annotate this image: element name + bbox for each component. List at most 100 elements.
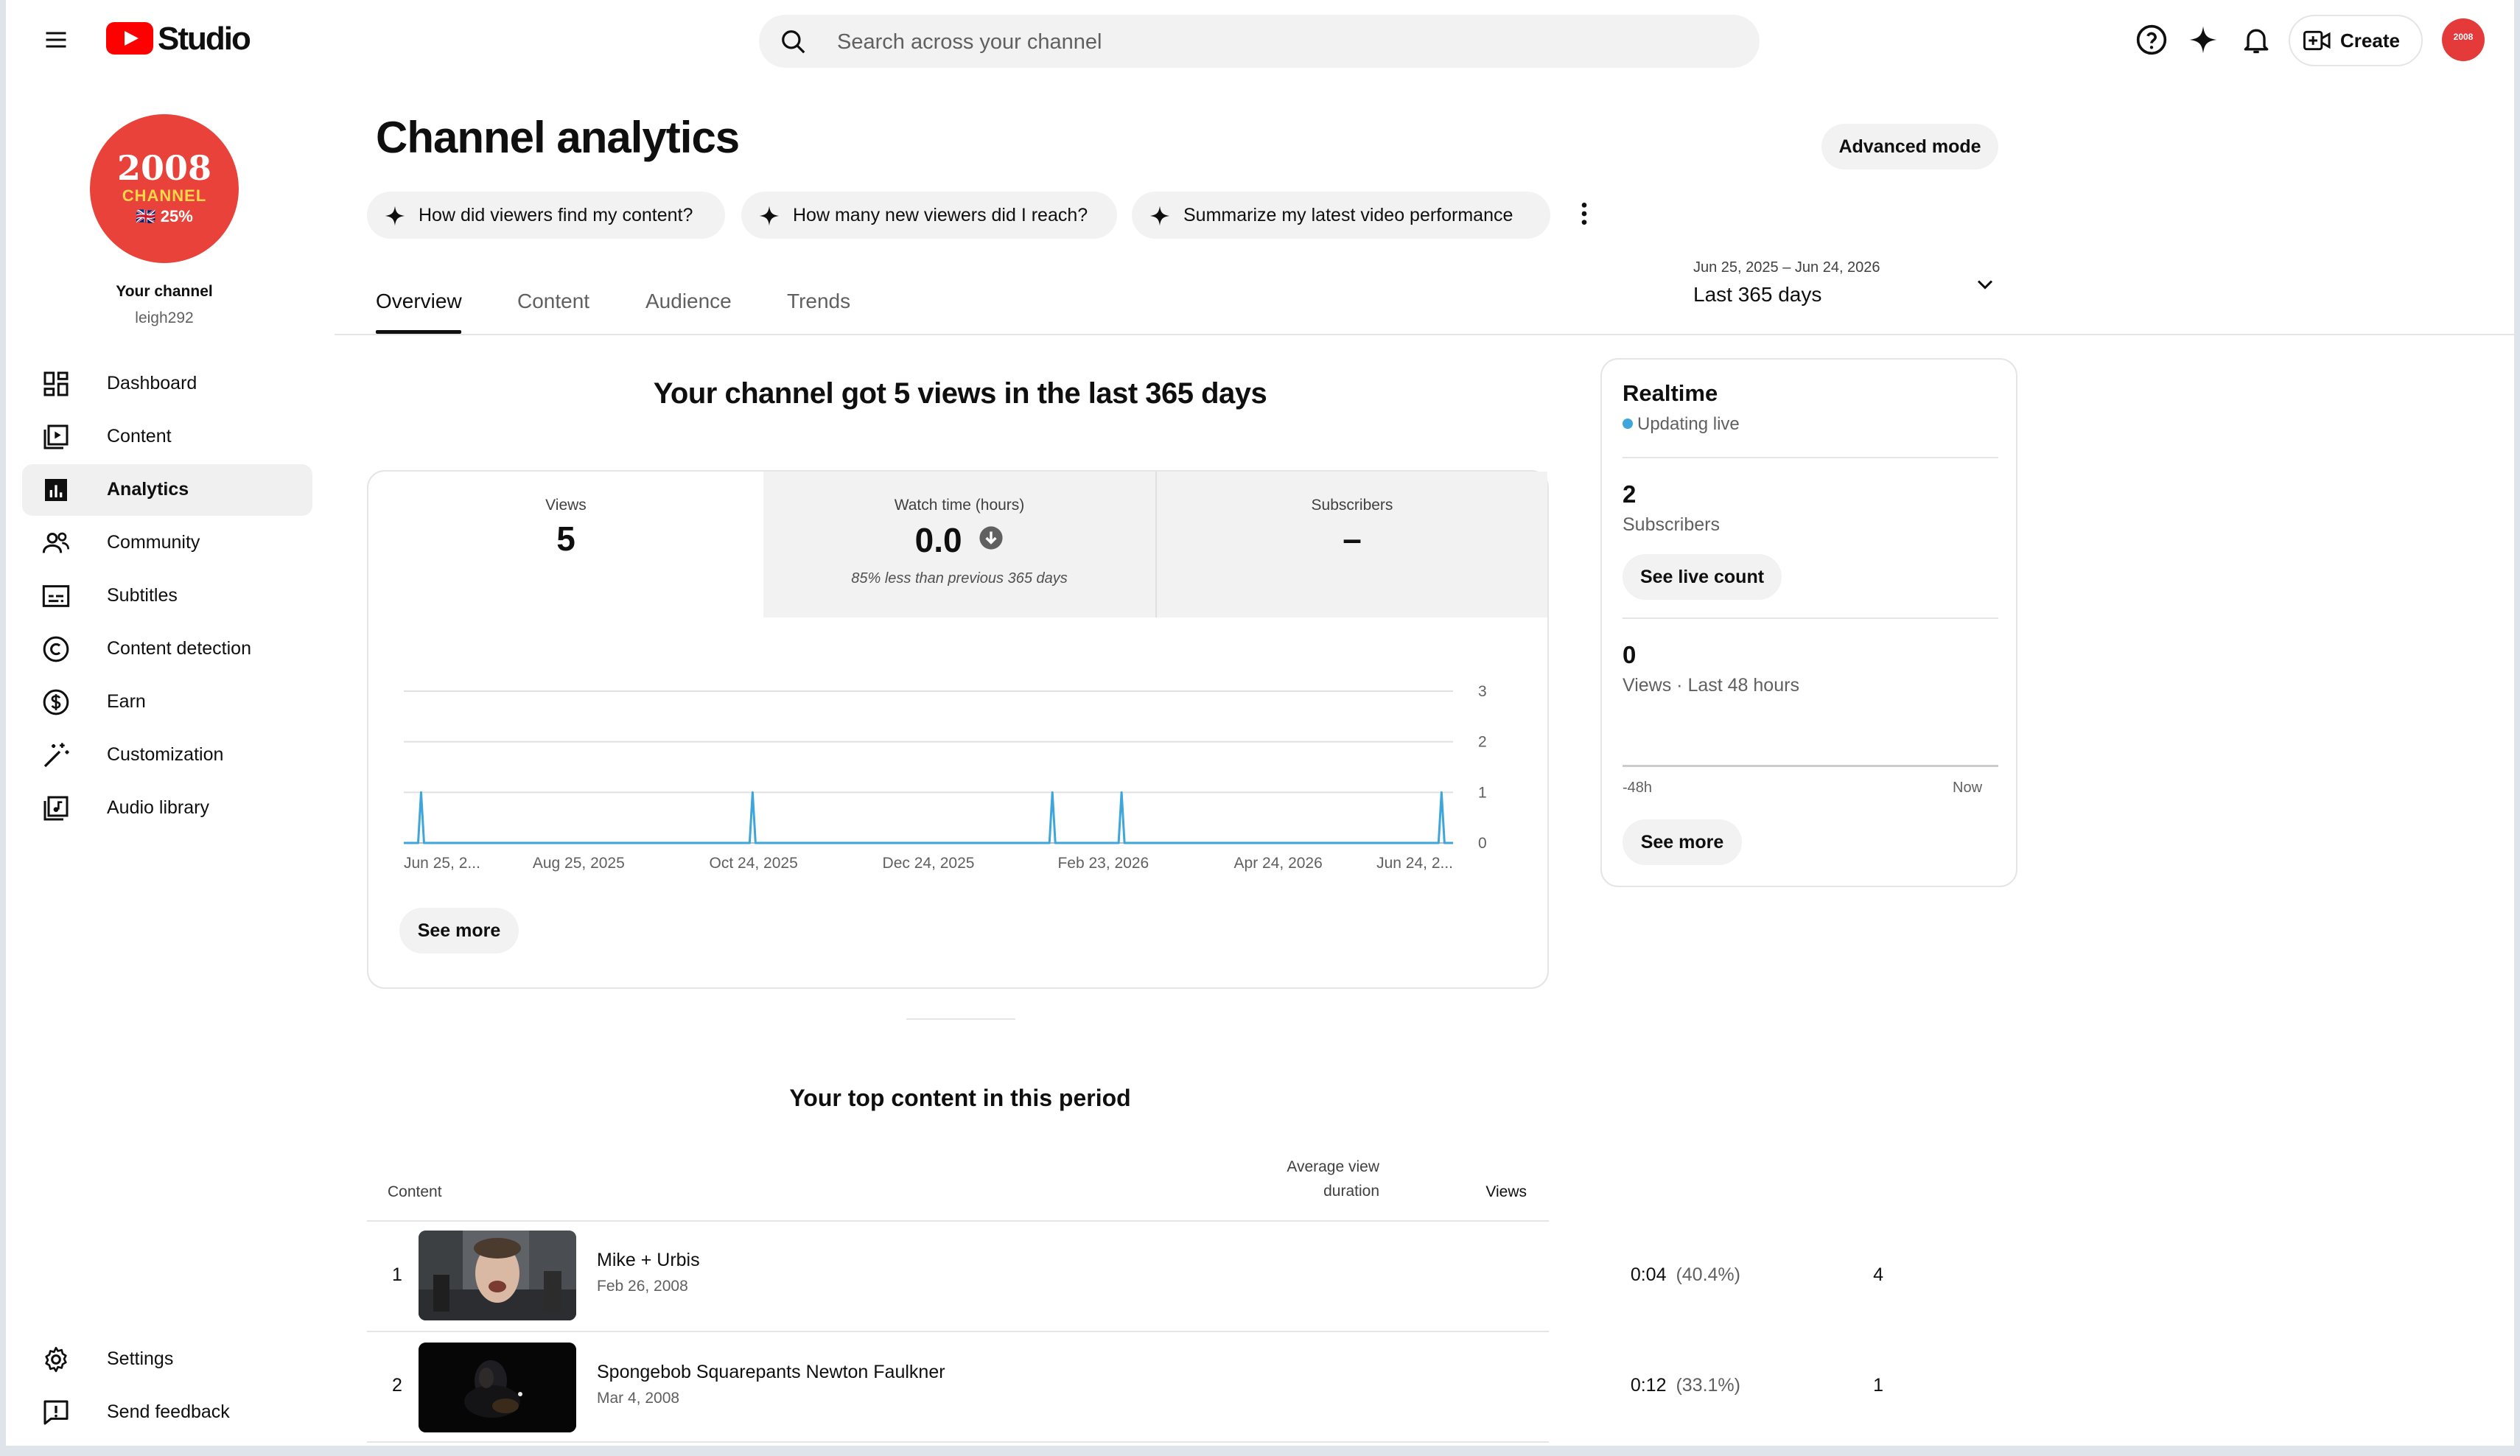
tab-content[interactable]: Content [517, 290, 589, 313]
realtime-status: Updating live [1623, 414, 1740, 435]
channel-avatar-line-2: CHANNEL [122, 186, 207, 205]
video-thumbnail[interactable] [419, 1231, 576, 1320]
audio-library-icon [41, 794, 71, 823]
sidebar-item-label: Content detection [107, 638, 251, 659]
tab-overview[interactable]: Overview [376, 290, 462, 313]
row-rank: 1 [392, 1264, 402, 1285]
y-tick-label: 0 [1478, 835, 1487, 852]
video-add-icon [2303, 28, 2331, 53]
metric-subscribers[interactable]: Subscribers – [1157, 472, 1547, 617]
sidebar-item-label: Subtitles [107, 585, 178, 606]
row-views: 1 [1873, 1375, 1883, 1396]
tab-trends[interactable]: Trends [787, 290, 850, 313]
suggestion-chip-label: How many new viewers did I reach? [793, 205, 1088, 225]
dollar-icon [41, 687, 71, 717]
date-range-picker[interactable]: Jun 25, 2025 – Jun 24, 2026 Last 365 day… [1693, 258, 2010, 314]
suggestion-chip-label: Summarize my latest video performance [1183, 205, 1513, 225]
metric-value-wrap: 0.0 [763, 519, 1155, 560]
metric-title: Watch time (hours) [894, 497, 1025, 514]
sidebar-item-audio-library[interactable]: Audio library [22, 783, 312, 834]
sidebar-item-label: Settings [107, 1348, 174, 1369]
sidebar-item-settings[interactable]: Settings [22, 1334, 312, 1385]
sidebar-item-content-detection[interactable]: Content detection [22, 623, 312, 675]
more-vert-icon[interactable] [1569, 199, 1599, 228]
realtime-views-label: Views · Last 48 hours [1623, 675, 1799, 696]
studio-app: Studio Create 2008 2008 CHANNEL 🇬🇧 25% Y… [6, 0, 2514, 1446]
video-thumbnail[interactable] [419, 1343, 576, 1432]
suggestion-chip-1[interactable]: How did viewers find my content? [367, 192, 725, 239]
metric-watch-time[interactable]: Watch time (hours) 0.0 85% less than pre… [763, 472, 1155, 617]
advanced-mode-button[interactable]: Advanced mode [1821, 124, 1998, 169]
channel-avatar-line-1: 2008 [116, 148, 212, 188]
y-tick-label: 3 [1478, 683, 1487, 700]
tab-audience[interactable]: Audience [645, 290, 732, 313]
x-tick-label: Aug 25, 2025 [533, 855, 625, 872]
realtime-see-more-button[interactable]: See more [1623, 819, 1742, 865]
channel-handle: leigh292 [135, 309, 194, 326]
sparkle-icon[interactable] [2187, 24, 2219, 56]
studio-logo[interactable]: Studio [106, 19, 251, 60]
sidebar-item-label: Customization [107, 744, 224, 765]
realtime-axis-end: Now [1953, 780, 1983, 796]
sidebar-item-community[interactable]: Community [22, 517, 312, 569]
realtime-axis-start: -48h [1623, 780, 1653, 796]
sidebar-item-earn[interactable]: Earn [22, 676, 312, 728]
suggestion-chip-3[interactable]: Summarize my latest video performance [1132, 192, 1550, 239]
sidebar-item-dashboard[interactable]: Dashboard [22, 358, 312, 410]
hamburger-menu-icon[interactable] [43, 27, 69, 53]
account-avatar[interactable]: 2008 [2442, 18, 2485, 61]
sidebar-item-label: Earn [107, 691, 146, 712]
live-dot-icon [1623, 419, 1633, 429]
table-row[interactable]: 2 Spongebob Squarepants Newton Faulkner … [367, 1332, 1883, 1441]
y-tick-label: 2 [1478, 734, 1487, 751]
help-icon[interactable] [2135, 24, 2168, 56]
trend-down-icon [979, 519, 1004, 550]
notifications-bell-icon[interactable] [2240, 24, 2272, 56]
video-title[interactable]: Spongebob Squarepants Newton Faulkner [597, 1362, 945, 1383]
search-icon [780, 28, 808, 56]
x-tick-label: Dec 24, 2025 [883, 855, 975, 872]
search-input[interactable] [836, 15, 1708, 69]
overview-see-more-button[interactable]: See more [399, 908, 519, 953]
video-date: Mar 4, 2008 [597, 1390, 680, 1407]
sidebar-item-customization[interactable]: Customization [22, 729, 312, 781]
realtime-title: Realtime [1623, 380, 1718, 406]
sidebar-item-label: Analytics [107, 479, 189, 500]
video-title[interactable]: Mike + Urbis [597, 1250, 700, 1271]
sparkle-icon [757, 204, 781, 228]
create-button[interactable]: Create [2289, 15, 2423, 66]
realtime-subscribers-label: Subscribers [1623, 514, 1720, 535]
table-row[interactable]: 1 Mike + Urbis Feb 26, 2008 0:04 (40.4%)… [367, 1222, 1883, 1331]
sidebar-item-subtitles[interactable]: Subtitles [22, 570, 312, 622]
realtime-divider [1623, 617, 1998, 619]
metrics-top-shade [765, 472, 1547, 488]
sidebar-item-content[interactable]: Content [22, 411, 312, 463]
tabs-divider [335, 334, 2514, 335]
channel-avatar[interactable]: 2008 CHANNEL 🇬🇧 25% [90, 114, 239, 263]
x-tick-label: Jun 25, 2... [404, 855, 480, 872]
chevron-down-icon [1972, 271, 1998, 298]
row-rank: 2 [392, 1375, 402, 1396]
sidebar-item-label: Community [107, 532, 200, 553]
views-series-line[interactable] [404, 791, 1453, 844]
content-icon [41, 422, 71, 452]
sparkle-icon [383, 204, 407, 228]
column-header-avg-duration-2: duration [1323, 1183, 1379, 1200]
sidebar-item-analytics[interactable]: Analytics [22, 464, 312, 516]
suggestion-chip-2[interactable]: How many new viewers did I reach? [741, 192, 1117, 239]
metric-value: 5 [556, 519, 575, 558]
subtitles-icon [41, 581, 71, 611]
sidebar-item-label: Content [107, 426, 172, 447]
realtime-views-value: 0 [1623, 641, 1637, 668]
column-header-avg-duration-1: Average view [1287, 1158, 1379, 1175]
see-live-count-button[interactable]: See live count [1623, 554, 1782, 600]
page-title: Channel analytics [376, 113, 740, 162]
x-tick-label: Feb 23, 2026 [1057, 855, 1149, 872]
search-bar[interactable] [759, 15, 1760, 69]
metric-views[interactable]: Views 5 [368, 472, 763, 617]
create-button-label: Create [2340, 29, 2400, 52]
section-divider [906, 1018, 1015, 1020]
metric-note: 85% less than previous 365 days [851, 570, 1068, 587]
sidebar-item-send-feedback[interactable]: Send feedback [22, 1387, 312, 1438]
overview-headline: Your channel got 5 views in the last 365… [653, 377, 1267, 410]
